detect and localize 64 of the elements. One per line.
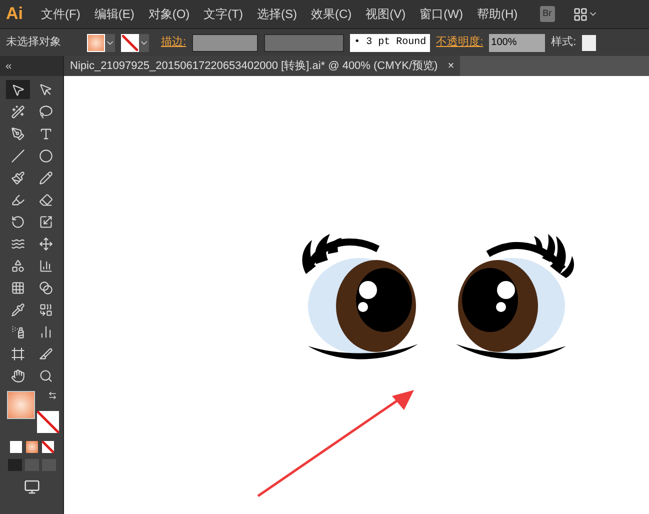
pencil-icon: [38, 170, 52, 184]
knife-icon: [38, 346, 52, 360]
none-button[interactable]: [42, 441, 54, 453]
arrow-pointer-icon: [10, 82, 24, 96]
menu-item[interactable]: 文字(T): [204, 5, 243, 23]
fill-swatch[interactable]: [87, 34, 105, 52]
stroke-color-swatch[interactable]: [36, 411, 58, 433]
move-icon: [38, 236, 52, 250]
spray-can-icon: [10, 324, 24, 338]
selection-status: 未选择对象: [6, 35, 61, 50]
style-label: 样式:: [551, 35, 576, 50]
fill-color-swatch[interactable]: [6, 391, 34, 419]
pen-icon: [10, 126, 24, 140]
menu-item[interactable]: 效果(C): [310, 5, 352, 23]
line-icon: [10, 148, 24, 162]
stroke-none-swatch[interactable]: [121, 34, 139, 52]
menu-item[interactable]: 编辑(E): [94, 5, 134, 23]
stroke-weight-field[interactable]: [192, 34, 258, 52]
eyedropper-icon: [10, 302, 24, 316]
brush-dropdown[interactable]: • 3 pt Round: [350, 34, 430, 52]
lasso-icon: [38, 104, 52, 118]
bar-chart-icon: [38, 324, 52, 338]
wave-icon: [10, 236, 24, 250]
color-button[interactable]: [10, 441, 22, 453]
menu-item[interactable]: 文件(F): [41, 5, 80, 23]
pointer-icon: [38, 82, 52, 96]
screen-mode-icon[interactable]: [24, 479, 40, 495]
app-logo: Ai: [5, 3, 24, 26]
highlighter-icon: [10, 192, 24, 206]
ellipse-icon: [38, 148, 52, 162]
menu-item[interactable]: 帮助(H): [476, 5, 518, 23]
eraser-icon: [38, 192, 52, 206]
stroke-link[interactable]: 描边:: [161, 34, 186, 51]
zoom-icon: [38, 368, 52, 382]
document-title: Nipic_21097925_20150617220653402000 [转换].ai* @ 400% (CMYK/预览): [70, 58, 438, 74]
paintbrush-icon: [10, 170, 24, 184]
arrow-pointer-tool[interactable]: [6, 80, 30, 99]
gradient-button[interactable]: [26, 441, 38, 453]
opacity-link[interactable]: 不透明度:: [436, 34, 484, 51]
scale-icon: [38, 214, 52, 228]
layout-icon: [572, 6, 588, 22]
bridge-button[interactable]: Br: [540, 6, 555, 22]
chart-icon: [38, 258, 52, 272]
document-tab[interactable]: Nipic_21097925_20150617220653402000 [转换].ai* @ 400% (CMYK/预览) ×: [64, 56, 460, 76]
blend-icon: [38, 280, 52, 294]
workspace-switcher[interactable]: [572, 6, 598, 22]
variable-width-dropdown[interactable]: [264, 34, 344, 52]
menu-item[interactable]: 视图(V): [366, 5, 406, 23]
grid-icon: [10, 280, 24, 294]
type-icon: [38, 126, 52, 140]
style-swatch[interactable]: [582, 34, 596, 50]
menu-item[interactable]: 选择(S): [256, 5, 297, 23]
frame-icon: [10, 346, 24, 360]
opacity-field[interactable]: 100%: [489, 34, 546, 52]
menu-item[interactable]: 对象(O): [148, 5, 190, 23]
hand-icon: [10, 368, 24, 382]
close-tab-button[interactable]: ×: [448, 58, 454, 74]
combine-icon: [38, 302, 52, 316]
rotate-icon: [10, 214, 24, 228]
shapes-icon: [10, 258, 24, 272]
swap-icon[interactable]: [48, 391, 56, 400]
collapse-icon[interactable]: [4, 62, 13, 70]
menu-item[interactable]: 窗口(W): [420, 5, 463, 23]
magic-wand-icon: [10, 104, 24, 118]
